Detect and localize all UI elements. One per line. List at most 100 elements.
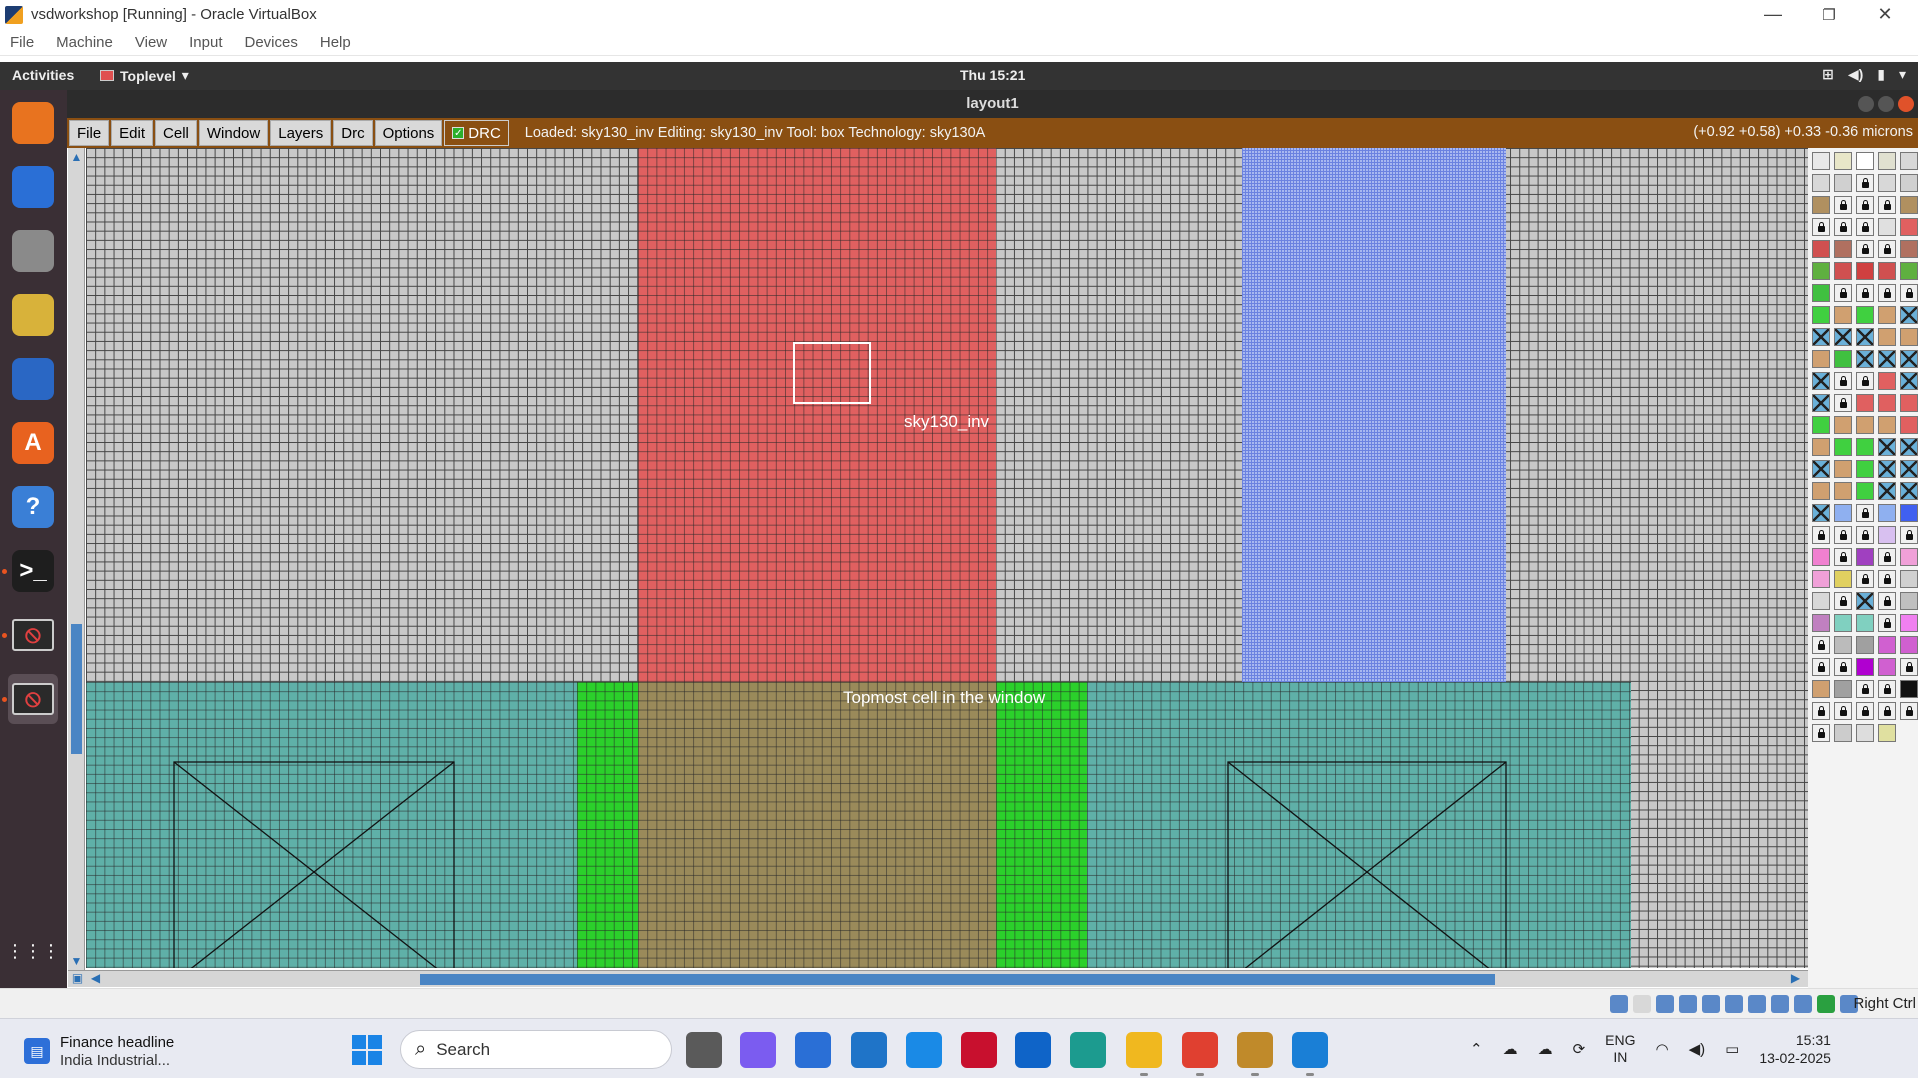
layer-swatch[interactable]: [1812, 350, 1830, 368]
layer-swatch[interactable]: [1834, 680, 1852, 698]
layer-swatch[interactable]: [1812, 504, 1830, 522]
edge-icon[interactable]: [1070, 1032, 1106, 1068]
layer-swatch[interactable]: [1834, 460, 1852, 478]
layer-swatch[interactable]: [1812, 174, 1830, 192]
support-assistant-icon[interactable]: [906, 1032, 942, 1068]
clock[interactable]: Thu 15:21: [960, 67, 1025, 83]
layer-lock-icon[interactable]: [1856, 372, 1874, 390]
layer-swatch[interactable]: [1900, 438, 1918, 456]
wifi-icon[interactable]: ◠: [1656, 1040, 1669, 1058]
layer-swatch[interactable]: [1834, 306, 1852, 324]
magic-minimize-button[interactable]: [1858, 96, 1874, 112]
speaker-icon[interactable]: ◀): [1689, 1040, 1706, 1058]
hp-icon[interactable]: [851, 1032, 887, 1068]
layer-swatch[interactable]: [1812, 614, 1830, 632]
layer-lock-icon[interactable]: [1812, 218, 1830, 236]
layer-lock-icon[interactable]: [1834, 218, 1852, 236]
layer-swatch[interactable]: [1834, 482, 1852, 500]
dock-item-firefox[interactable]: [8, 98, 58, 148]
layer-lock-icon[interactable]: [1812, 636, 1830, 654]
layer-lock-icon[interactable]: [1834, 394, 1852, 412]
drc-toggle[interactable]: ✓ DRC: [444, 120, 509, 146]
audio-icon[interactable]: [1656, 995, 1674, 1013]
show-apps-icon[interactable]: ⋮⋮⋮: [6, 926, 60, 976]
chevron-up-icon[interactable]: ⌃: [1470, 1040, 1483, 1058]
network-icon[interactable]: [1679, 995, 1697, 1013]
layer-lock-icon[interactable]: [1834, 592, 1852, 610]
layer-lock-icon[interactable]: [1878, 570, 1896, 588]
dock-item-help[interactable]: ?: [8, 482, 58, 532]
magic-menu-cell[interactable]: Cell: [155, 120, 197, 146]
layer-swatch[interactable]: [1878, 394, 1896, 412]
layer-swatch[interactable]: [1856, 350, 1874, 368]
layer-swatch[interactable]: [1812, 262, 1830, 280]
layer-swatch[interactable]: [1834, 636, 1852, 654]
dock-item-writer[interactable]: [8, 354, 58, 404]
layer-lock-icon[interactable]: [1878, 592, 1896, 610]
layer-swatch[interactable]: [1856, 724, 1874, 742]
vertical-scroll-thumb[interactable]: [71, 624, 82, 754]
system-tray[interactable]: ⊞ ◀) ▮ ▾: [1822, 66, 1906, 83]
layer-swatch[interactable]: [1812, 196, 1830, 214]
taskbar-search[interactable]: ⌕ Search: [400, 1030, 672, 1069]
layer-lock-icon[interactable]: [1856, 680, 1874, 698]
layer-lock-icon[interactable]: [1878, 284, 1896, 302]
layer-swatch[interactable]: [1812, 592, 1830, 610]
layer-swatch[interactable]: [1900, 504, 1918, 522]
sync-icon[interactable]: ⟳: [1573, 1040, 1586, 1058]
layer-swatch[interactable]: [1878, 526, 1896, 544]
layer-swatch[interactable]: [1856, 592, 1874, 610]
layer-swatch[interactable]: [1900, 482, 1918, 500]
magic-menu-drc[interactable]: Drc: [333, 120, 373, 146]
hdd-icon[interactable]: [1610, 995, 1628, 1013]
menu-view[interactable]: View: [125, 34, 179, 51]
mouse-integration-icon[interactable]: [1817, 995, 1835, 1013]
layer-swatch[interactable]: [1900, 592, 1918, 610]
language-indicator[interactable]: ENG IN: [1605, 1032, 1635, 1066]
layer-swatch[interactable]: [1878, 174, 1896, 192]
scroll-corner-icon[interactable]: ▣: [70, 971, 85, 986]
layer-swatch[interactable]: [1878, 262, 1896, 280]
layer-swatch[interactable]: [1812, 570, 1830, 588]
layer-swatch[interactable]: [1834, 438, 1852, 456]
layer-swatch[interactable]: [1812, 548, 1830, 566]
layer-swatch[interactable]: [1834, 174, 1852, 192]
horizontal-scrollbar[interactable]: ▣ ◀ ▶: [68, 970, 1808, 987]
layer-swatch[interactable]: [1900, 680, 1918, 698]
dock-item-files[interactable]: [8, 226, 58, 276]
virtualbox-icon[interactable]: [1237, 1032, 1273, 1068]
magic-menu-edit[interactable]: Edit: [111, 120, 154, 146]
mcafee-icon[interactable]: [961, 1032, 997, 1068]
magic-menu-layers[interactable]: Layers: [270, 120, 332, 146]
layer-lock-icon[interactable]: [1834, 526, 1852, 544]
layer-swatch[interactable]: [1812, 438, 1830, 456]
news-widget[interactable]: ▤ Finance headline India Industrial...: [24, 1033, 174, 1069]
layer-swatch[interactable]: [1900, 240, 1918, 258]
layer-swatch[interactable]: [1878, 152, 1896, 170]
dock-item-terminal[interactable]: >_: [8, 546, 58, 596]
close-button[interactable]: ✕: [1862, 0, 1908, 29]
layer-swatch[interactable]: [1900, 350, 1918, 368]
vertical-scrollbar[interactable]: ▲ ▼: [68, 148, 85, 970]
layer-swatch[interactable]: [1834, 724, 1852, 742]
activities-button[interactable]: Activities: [12, 67, 74, 83]
layer-lock-icon[interactable]: [1878, 680, 1896, 698]
capture-icon[interactable]: [1771, 995, 1789, 1013]
selection-box[interactable]: [793, 342, 871, 404]
chrome-icon[interactable]: [1182, 1032, 1218, 1068]
layer-lock-icon[interactable]: [1900, 658, 1918, 676]
layer-swatch[interactable]: [1812, 152, 1830, 170]
optical-icon[interactable]: [1633, 995, 1651, 1013]
vscode-icon[interactable]: [1292, 1032, 1328, 1068]
dock-item-magic-window[interactable]: ⦸: [8, 610, 58, 660]
layer-swatch[interactable]: [1878, 724, 1896, 742]
layer-lock-icon[interactable]: [1834, 372, 1852, 390]
layer-swatch[interactable]: [1834, 614, 1852, 632]
layer-swatch[interactable]: [1834, 570, 1852, 588]
layer-lock-icon[interactable]: [1856, 196, 1874, 214]
layer-swatch[interactable]: [1878, 438, 1896, 456]
layer-swatch[interactable]: [1812, 394, 1830, 412]
layer-swatch[interactable]: [1900, 394, 1918, 412]
layer-lock-icon[interactable]: [1878, 240, 1896, 258]
layer-swatch[interactable]: [1856, 394, 1874, 412]
